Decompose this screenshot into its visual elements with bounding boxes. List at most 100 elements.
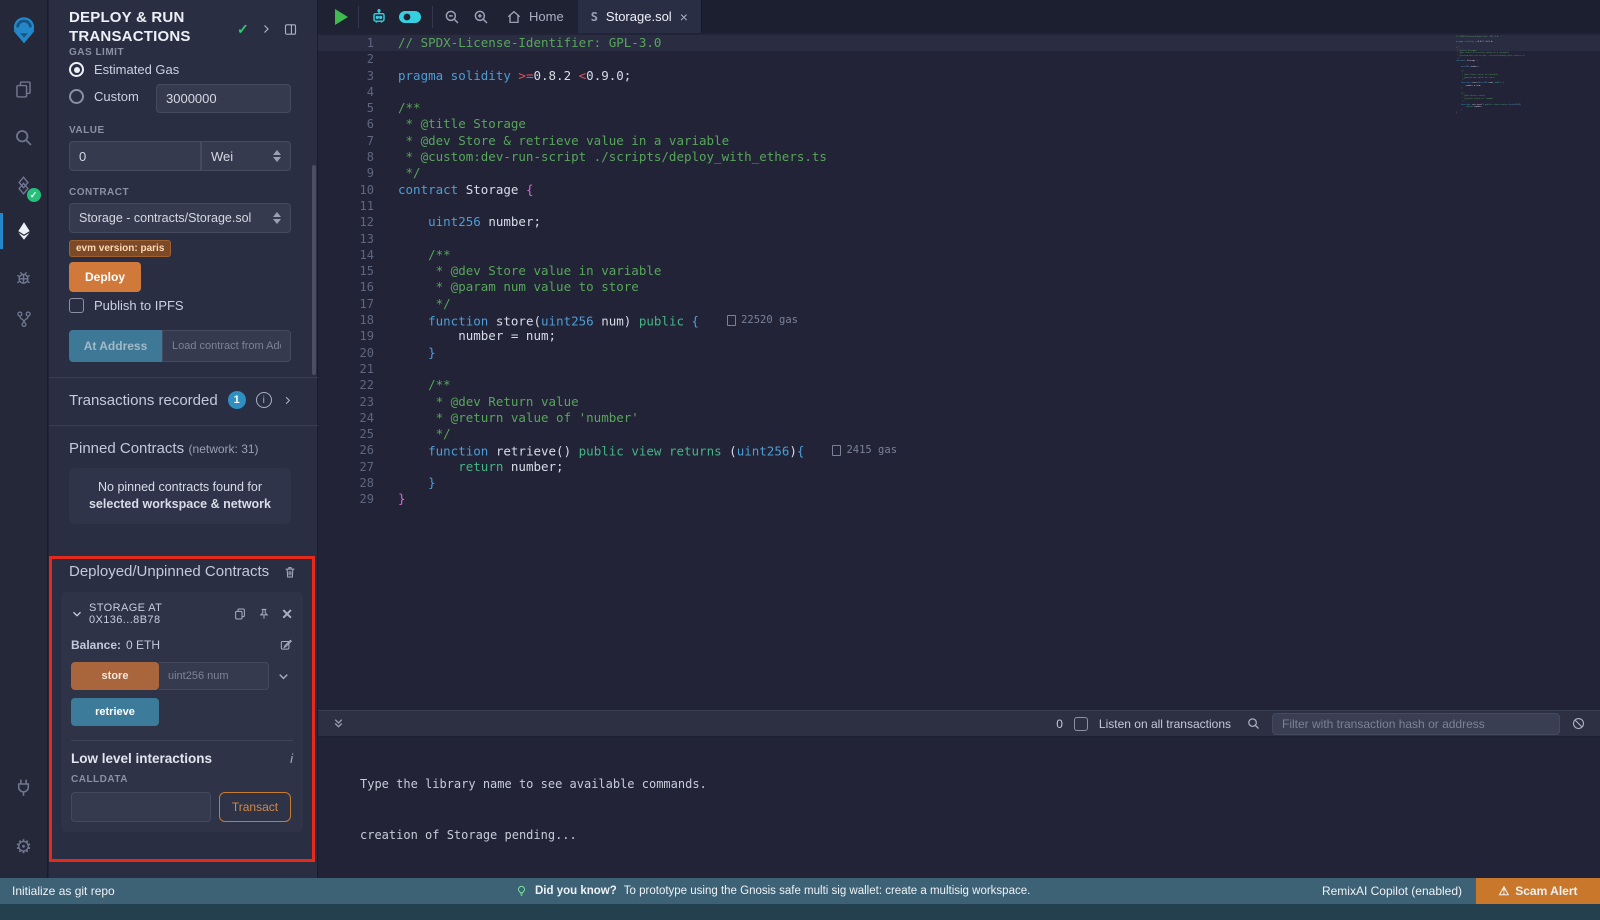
line-number: 20	[318, 345, 398, 361]
pinned-network-label: (network: 31)	[189, 442, 259, 456]
close-instance-icon[interactable]: ✕	[281, 606, 293, 623]
line-number: 19	[318, 328, 398, 344]
solidity-compiler-icon[interactable]: ✓	[0, 164, 48, 206]
at-address-button[interactable]: At Address	[69, 330, 162, 362]
updown-arrows-icon	[273, 212, 281, 224]
edit-balance-icon[interactable]	[279, 638, 293, 652]
panel-scrollbar[interactable]	[312, 165, 316, 375]
deploy-button[interactable]: Deploy	[69, 262, 141, 292]
deploy-run-icon[interactable]	[0, 210, 48, 252]
copilot-toggle-icon[interactable]	[398, 9, 422, 25]
debugger-icon[interactable]	[0, 256, 48, 298]
line-number: 8	[318, 149, 398, 165]
scam-alert-button[interactable]: ⚠ Scam Alert	[1476, 878, 1600, 904]
transact-button[interactable]: Transact	[219, 792, 291, 822]
deployed-contracts-title: Deployed/Unpinned Contracts	[69, 563, 269, 580]
gas-estimate-annotation: 2415 gas	[832, 442, 897, 458]
custom-gas-input[interactable]	[156, 84, 291, 113]
pinned-empty-line1: No pinned contracts found for	[77, 479, 283, 496]
terminal-filter-input[interactable]	[1272, 713, 1560, 735]
listen-all-checkbox[interactable]	[1074, 717, 1088, 731]
search-icon[interactable]	[1246, 716, 1261, 731]
clear-console-icon[interactable]	[1571, 716, 1586, 731]
settings-icon[interactable]: ⚙	[0, 826, 48, 868]
line-number: 22	[318, 377, 398, 393]
store-button[interactable]: store	[71, 662, 159, 690]
compile-success-badge: ✓	[26, 187, 42, 203]
pin-icon[interactable]	[257, 607, 271, 621]
value-unit-label: Wei	[211, 149, 233, 164]
low-level-header: Low level interactions i	[71, 751, 293, 766]
line-number: 6	[318, 116, 398, 132]
retrieve-button[interactable]: retrieve	[71, 698, 159, 726]
line-number: 3	[318, 68, 398, 84]
ai-copilot-robot-icon[interactable]	[369, 7, 389, 27]
line-number: 25	[318, 426, 398, 442]
divider	[71, 740, 293, 741]
calldata-input[interactable]	[71, 792, 211, 822]
transactions-recorded-row: Transactions recorded 1 i	[69, 391, 293, 409]
trash-icon[interactable]	[283, 565, 297, 579]
line-number: 9	[318, 165, 398, 181]
balance-row: Balance: 0 ETH	[71, 638, 293, 652]
code-editor[interactable]: 1// SPDX-License-Identifier: GPL-3.023pr…	[318, 33, 1600, 710]
expand-args-icon[interactable]	[277, 670, 290, 683]
copilot-status[interactable]: RemixAI Copilot (enabled)	[1322, 884, 1462, 898]
tab-storage-sol[interactable]: S Storage.sol ×	[578, 0, 702, 33]
radio-selected-icon[interactable]	[69, 62, 84, 77]
line-number: 17	[318, 296, 398, 312]
close-tab-icon[interactable]: ×	[680, 9, 688, 25]
tab-home[interactable]: Home	[506, 9, 564, 25]
balance-value: 0 ETH	[126, 638, 160, 652]
solidity-file-icon: S	[591, 10, 598, 24]
publish-ipfs-checkbox[interactable]	[69, 298, 84, 313]
panel-split-icon[interactable]	[283, 22, 298, 37]
git-icon[interactable]	[0, 298, 48, 340]
did-you-know-tip: Did you know? To prototype using the Gno…	[515, 885, 1030, 898]
instance-header[interactable]: STORAGE AT 0X136...8B78 ✕	[71, 602, 293, 626]
transactions-count-badge: 1	[228, 391, 246, 409]
bottom-strip	[0, 904, 1600, 920]
panel-pin-right-icon[interactable]	[260, 23, 272, 35]
value-input[interactable]	[69, 141, 201, 171]
plugin-manager-icon[interactable]	[0, 766, 48, 808]
copy-address-icon[interactable]	[233, 607, 247, 621]
run-script-icon[interactable]	[335, 9, 348, 25]
pending-tx-count: 0	[1056, 717, 1063, 731]
home-tab-label: Home	[529, 9, 564, 24]
estimated-gas-radio[interactable]: Estimated Gas	[69, 62, 179, 77]
store-args-input[interactable]	[159, 662, 269, 690]
tab-strip: S Storage.sol ×	[578, 0, 1600, 33]
gas-estimate-annotation: 22520 gas	[727, 312, 798, 328]
at-address-input[interactable]	[162, 330, 291, 362]
zoom-in-icon[interactable]	[472, 8, 490, 26]
line-number: 16	[318, 279, 398, 295]
info-icon[interactable]: i	[256, 392, 272, 408]
tip-text: To prototype using the Gnosis safe multi…	[624, 885, 1031, 897]
status-bar: Initialize as git repo Did you know? To …	[0, 878, 1600, 904]
pinned-empty-message: No pinned contracts found for selected w…	[69, 468, 291, 524]
line-number: 24	[318, 410, 398, 426]
search-icon[interactable]	[0, 116, 48, 158]
code-area[interactable]: 1// SPDX-License-Identifier: GPL-3.023pr…	[318, 35, 1600, 508]
custom-gas-radio[interactable]: Custom	[69, 89, 139, 104]
custom-gas-label: Custom	[94, 89, 139, 104]
line-number: 23	[318, 394, 398, 410]
expand-transactions-icon[interactable]	[282, 395, 293, 406]
git-init-status[interactable]: Initialize as git repo	[12, 884, 115, 898]
file-explorer-icon[interactable]	[0, 68, 48, 110]
publish-ipfs-row[interactable]: Publish to IPFS	[69, 298, 184, 313]
line-number: 29	[318, 491, 398, 507]
zoom-out-icon[interactable]	[443, 8, 461, 26]
value-unit-select[interactable]: Wei	[201, 141, 291, 171]
minimap[interactable]: // SPDX-License-Identifier: GPL-3.0 prag…	[1456, 36, 1544, 114]
evm-version-badge: evm version: paris	[69, 240, 171, 257]
terminal[interactable]: Type the library name to see available c…	[318, 737, 1600, 878]
remix-logo[interactable]	[0, 6, 48, 54]
contract-select[interactable]: Storage - contracts/Storage.sol	[69, 203, 291, 233]
collapse-terminal-icon[interactable]	[332, 717, 345, 730]
radio-unselected-icon[interactable]	[69, 89, 84, 104]
divider	[358, 6, 359, 28]
chevron-down-icon[interactable]	[71, 608, 83, 620]
info-icon[interactable]: i	[290, 751, 293, 766]
